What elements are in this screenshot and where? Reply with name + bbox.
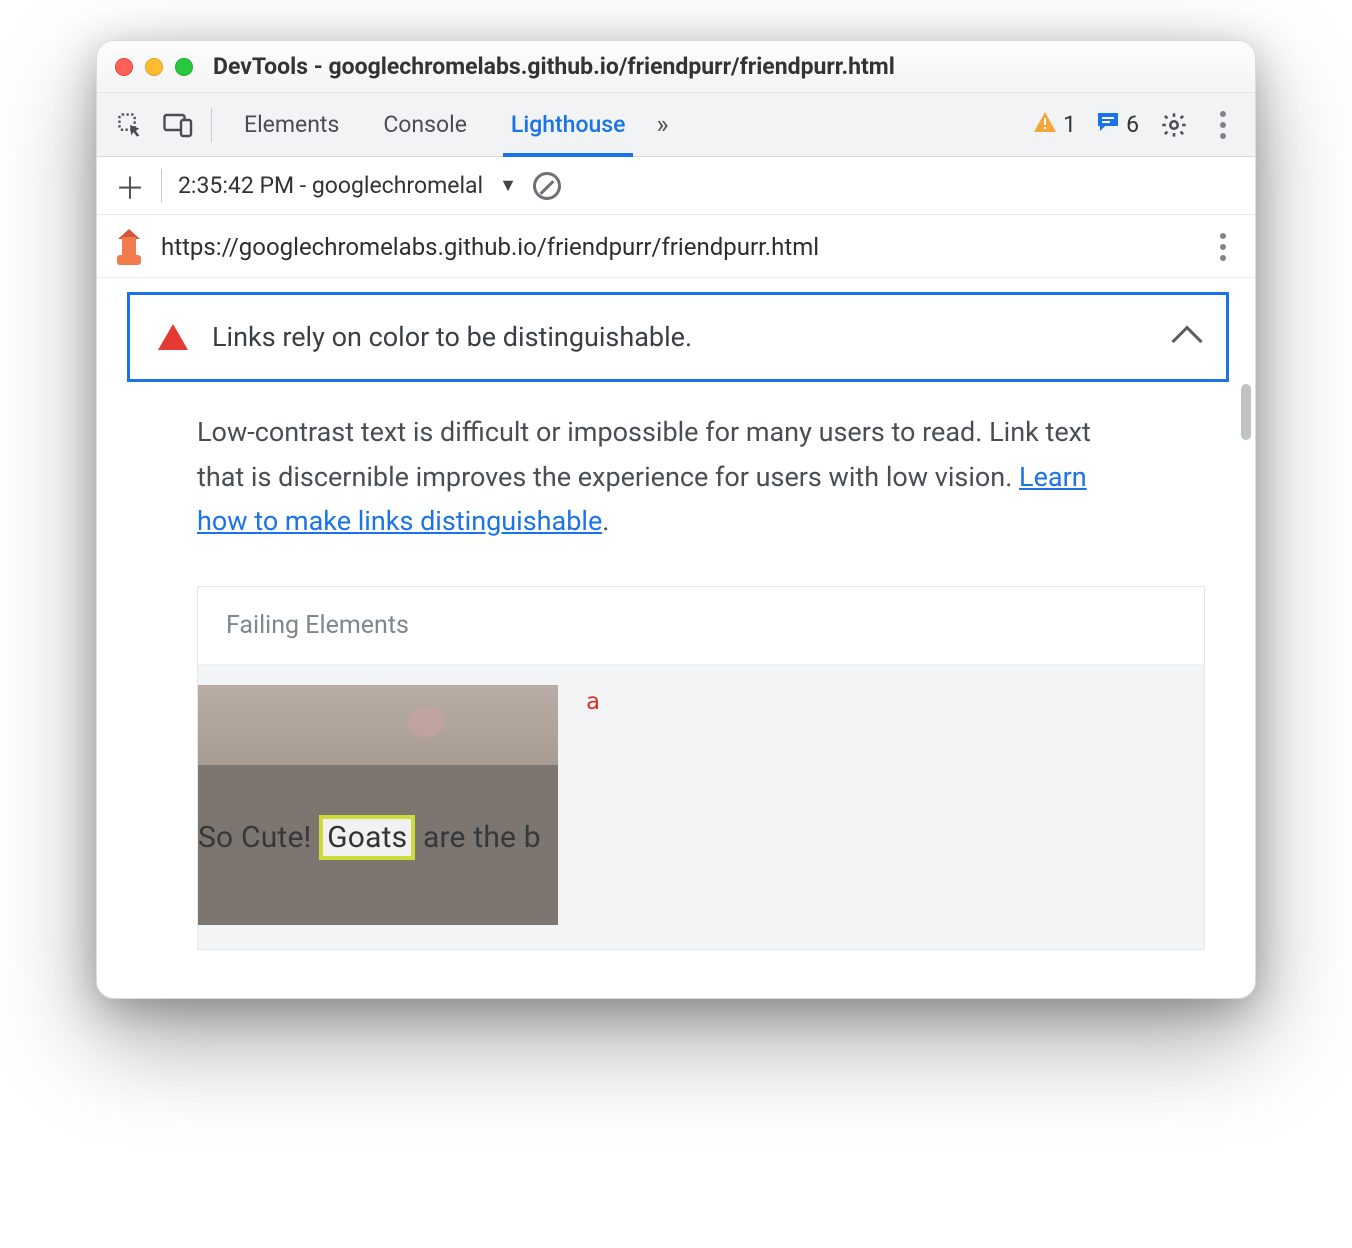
warnings-count: 1 [1063,111,1076,138]
lighthouse-icon [115,229,143,265]
minimize-window-button[interactable] [145,58,163,76]
warnings-badge[interactable]: 1 [1033,111,1076,139]
element-screenshot-thumbnail[interactable]: So Cute! Goats are the b [198,685,558,925]
report-url: https://googlechromelabs.github.io/frien… [161,233,1191,261]
close-window-button[interactable] [115,58,133,76]
warning-icon [1033,111,1057,139]
report-content: Links rely on color to be distinguishabl… [97,278,1255,998]
maximize-window-button[interactable] [175,58,193,76]
messages-badge[interactable]: 6 [1096,111,1139,139]
element-tag-name[interactable]: a [586,685,600,715]
tab-console[interactable]: Console [379,93,471,156]
report-menu-icon[interactable] [1209,233,1237,261]
failing-elements-header: Failing Elements [198,587,1204,665]
message-icon [1096,111,1120,139]
panel-tabs: Elements Console Lighthouse [240,93,629,156]
more-tabs-button[interactable]: » [647,110,677,140]
dropdown-icon[interactable]: ▼ [499,175,517,196]
report-url-row: https://googlechromelabs.github.io/frien… [97,215,1255,278]
messages-count: 6 [1126,111,1139,138]
devtools-toolbar: Elements Console Lighthouse » 1 6 [97,93,1255,157]
audit-header-card[interactable]: Links rely on color to be distinguishabl… [127,292,1229,382]
failing-elements-section: Failing Elements So Cute! Goats are the … [197,586,1205,950]
audit-title: Links rely on color to be distinguishabl… [212,321,1152,353]
failing-elements-body: So Cute! Goats are the b a [198,665,1204,949]
new-report-button[interactable]: ＋ [115,164,145,208]
title-bar: DevTools - googlechromelabs.github.io/fr… [97,41,1255,93]
tab-elements[interactable]: Elements [240,93,343,156]
toolbar-divider [211,108,212,142]
settings-icon[interactable] [1159,110,1189,140]
report-selector-row: ＋ 2:35:42 PM - googlechromelal ▼ [97,157,1255,215]
scrollbar-thumb[interactable] [1241,384,1251,440]
tab-lighthouse[interactable]: Lighthouse [507,93,630,156]
audit-description: Low-contrast text is difficult or imposs… [127,382,1177,558]
devtools-window: DevTools - googlechromelabs.github.io/fr… [96,40,1256,999]
window-controls [115,58,193,76]
inspect-element-icon[interactable] [115,110,145,140]
more-options-icon[interactable] [1209,111,1237,139]
audit-description-text: Low-contrast text is difficult or imposs… [197,416,1091,493]
snippet-highlight: Goats [319,815,415,861]
clear-report-icon[interactable] [533,172,561,200]
row-divider [161,169,162,203]
device-toolbar-icon[interactable] [163,110,193,140]
window-title: DevTools - googlechromelabs.github.io/fr… [213,53,895,80]
snippet-after: are the b [415,820,541,855]
snippet-before: So Cute! [198,820,319,855]
collapse-chevron-icon[interactable] [1171,325,1202,356]
report-selector-label[interactable]: 2:35:42 PM - googlechromelal [178,172,483,199]
audit-description-end: . [602,505,609,537]
fail-triangle-icon [158,324,188,350]
